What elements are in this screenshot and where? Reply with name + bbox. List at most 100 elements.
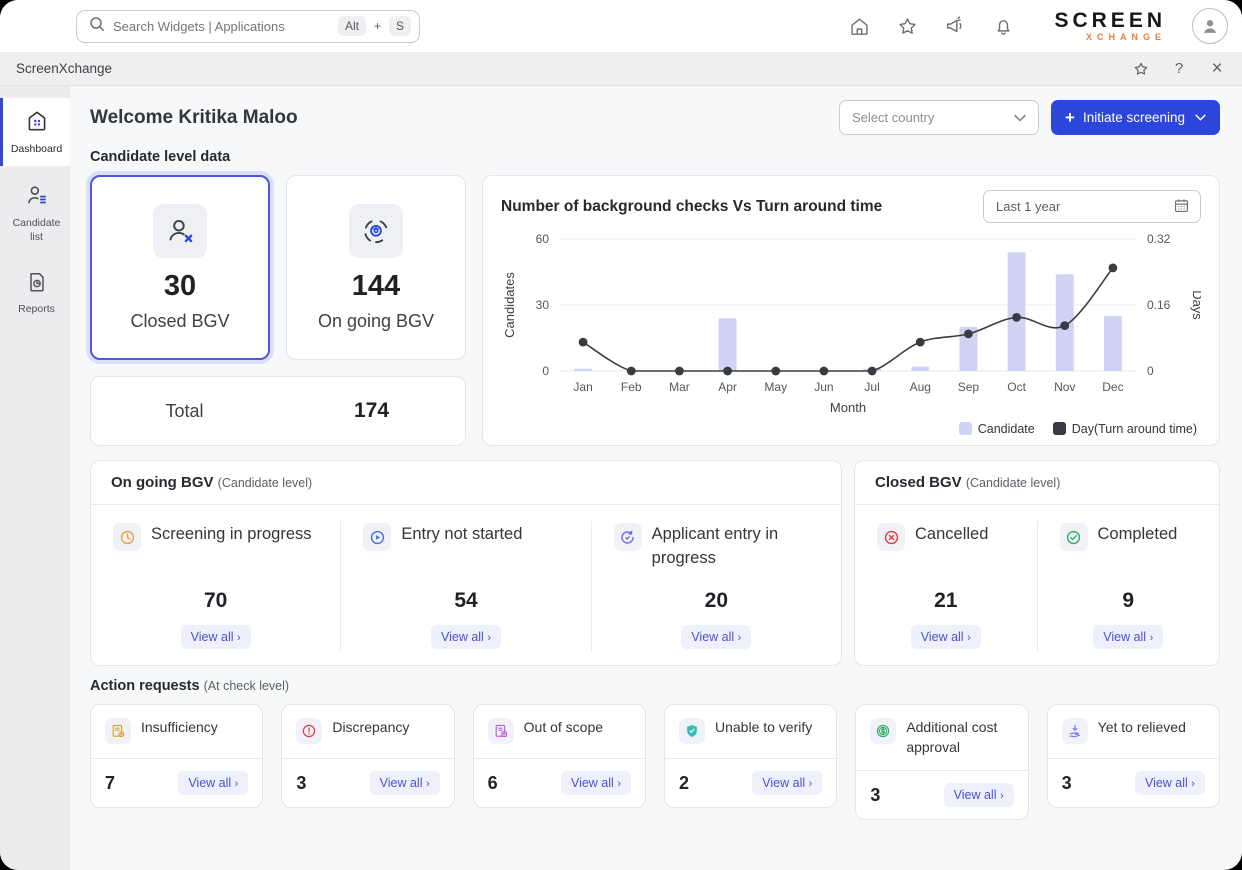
candidate-level-section-title: Candidate level data	[90, 149, 1220, 165]
view-all-insufficiency-button[interactable]: View all ›	[178, 771, 248, 795]
chart-plot: 0306000.160.32JanFebMarAprMayJunJulAugSe…	[501, 225, 1201, 438]
screening-in-progress-label: Screening in progress	[151, 523, 312, 547]
sidebar-item-reports[interactable]: Reports	[0, 260, 70, 326]
view-all-relieved-button[interactable]: View all ›	[1135, 771, 1205, 795]
date-range-label: Last 1 year	[996, 199, 1060, 214]
sidebar-item-label: Candidate list	[5, 217, 68, 243]
unable-to-verify-card: Unable to verify 2 View all ›	[664, 704, 837, 808]
sidebar-item-candidate-list[interactable]: Candidate list	[0, 172, 70, 253]
search-input[interactable]	[113, 19, 330, 34]
ongoing-bgv-card[interactable]: 144 On going BGV	[286, 175, 466, 360]
country-select-placeholder: Select country	[852, 110, 934, 125]
yet-to-relieved-card: Yet to relieved 3 View all ›	[1047, 704, 1220, 808]
window-title: ScreenXchange	[16, 61, 112, 76]
yet-to-relieved-label: Yet to relieved	[1098, 718, 1186, 738]
svg-text:Jun: Jun	[814, 380, 833, 394]
svg-text:Month: Month	[830, 400, 866, 415]
view-all-out-of-scope-button[interactable]: View all ›	[561, 771, 631, 795]
sidebar-item-dashboard[interactable]: Dashboard	[0, 98, 70, 166]
closed-bgv-label: Closed BGV	[130, 311, 229, 332]
applicant-entry-cell: Applicant entry in progress 20 View all …	[591, 521, 841, 651]
view-all-discrepancy-button[interactable]: View all ›	[370, 771, 440, 795]
additional-cost-card: Additional cost approval 3 View all ›	[855, 704, 1028, 820]
candidate-list-icon	[24, 182, 50, 212]
bell-icon[interactable]	[992, 15, 1014, 37]
svg-text:0.16: 0.16	[1147, 298, 1171, 312]
global-search[interactable]: Alt + S	[76, 10, 420, 43]
cancelled-label: Cancelled	[915, 523, 988, 547]
sidebar-item-label: Reports	[18, 303, 55, 316]
entry-not-started-count: 54	[363, 589, 568, 613]
shortcut-plus: +	[374, 19, 381, 33]
legend-candidate-swatch	[959, 422, 972, 435]
svg-text:0.32: 0.32	[1147, 232, 1171, 246]
view-all-entry-button[interactable]: View all ›	[431, 625, 501, 649]
additional-cost-count: 3	[870, 785, 880, 806]
closed-bgv-panel: Closed BGV (Candidate level) Cancelled 2…	[854, 460, 1220, 666]
legend-candidate: Candidate	[959, 422, 1035, 436]
applicant-entry-count: 20	[614, 589, 819, 613]
shortcut-alt-key: Alt	[338, 16, 366, 36]
sidebar: Dashboard Candidate list Reports	[0, 86, 70, 870]
star-icon[interactable]	[896, 15, 918, 37]
hand-download-icon	[1062, 718, 1088, 744]
favorite-star-icon[interactable]	[1132, 60, 1150, 78]
view-all-applicant-button[interactable]: View all ›	[681, 625, 751, 649]
svg-text:Candidates: Candidates	[502, 272, 517, 338]
unable-to-verify-label: Unable to verify	[715, 718, 812, 738]
ongoing-bgv-label: On going BGV	[318, 311, 434, 332]
completed-label: Completed	[1098, 523, 1178, 547]
svg-text:0: 0	[542, 364, 549, 378]
legend-day: Day(Turn around time)	[1053, 422, 1197, 436]
date-range-select[interactable]: Last 1 year	[983, 190, 1201, 223]
brand-logo-bottom: XCHANGE	[1054, 33, 1166, 42]
help-icon[interactable]: ?	[1170, 60, 1188, 78]
plus-icon: +	[1065, 109, 1075, 126]
ongoing-bgv-panel-title: On going BGV (Candidate level)	[91, 461, 841, 505]
out-of-scope-count: 6	[488, 773, 498, 794]
country-select[interactable]: Select country	[839, 100, 1039, 135]
home-icon[interactable]	[848, 15, 870, 37]
insufficiency-doc-icon	[105, 718, 131, 744]
app-window: Alt + S SCREEN XCHANGE	[0, 0, 1242, 870]
search-icon	[89, 16, 105, 37]
calendar-icon	[1173, 197, 1190, 217]
initiate-screening-button[interactable]: + Initiate screening	[1051, 100, 1220, 135]
view-all-unable-button[interactable]: View all ›	[752, 771, 822, 795]
megaphone-icon[interactable]	[944, 15, 966, 37]
user-avatar[interactable]	[1192, 8, 1228, 44]
ongoing-bgv-panel: On going BGV (Candidate level) Screening…	[90, 460, 842, 666]
svg-text:60: 60	[536, 232, 550, 246]
closed-bgv-card[interactable]: 30 Closed BGV	[90, 175, 270, 360]
svg-text:Oct: Oct	[1007, 380, 1026, 394]
discrepancy-label: Discrepancy	[332, 718, 409, 738]
view-all-cost-button[interactable]: View all ›	[944, 783, 1014, 807]
play-circle-icon	[363, 523, 391, 551]
check-circle-icon	[1060, 523, 1088, 551]
view-all-completed-button[interactable]: View all ›	[1093, 625, 1163, 649]
view-all-screening-button[interactable]: View all ›	[181, 625, 251, 649]
discrepancy-card: Discrepancy 3 View all ›	[281, 704, 454, 808]
insufficiency-count: 7	[105, 773, 115, 794]
svg-text:Feb: Feb	[621, 380, 642, 394]
legend-day-swatch	[1053, 422, 1066, 435]
view-all-cancelled-button[interactable]: View all ›	[911, 625, 981, 649]
brand-logo-top: SCREEN	[1054, 9, 1166, 32]
unable-to-verify-count: 2	[679, 773, 689, 794]
close-icon[interactable]: ×	[1208, 60, 1226, 78]
x-circle-icon	[877, 523, 905, 551]
out-of-scope-label: Out of scope	[524, 718, 603, 738]
total-value: 174	[278, 399, 465, 423]
chart-card: Number of background checks Vs Turn arou…	[482, 175, 1220, 446]
svg-text:Jul: Jul	[864, 380, 879, 394]
total-card: Total 174	[90, 376, 466, 446]
clock-icon	[113, 523, 141, 551]
svg-text:Aug: Aug	[910, 380, 931, 394]
entry-not-started-label: Entry not started	[401, 523, 522, 547]
main-content: Welcome Kritika Maloo Select country + I…	[70, 86, 1242, 870]
cancelled-cell: Cancelled 21 View all ›	[855, 521, 1037, 651]
completed-cell: Completed 9 View all ›	[1037, 521, 1220, 651]
page-title: Welcome Kritika Maloo	[90, 107, 298, 129]
closed-bgv-panel-title: Closed BGV (Candidate level)	[855, 461, 1219, 505]
svg-text:May: May	[764, 380, 787, 394]
